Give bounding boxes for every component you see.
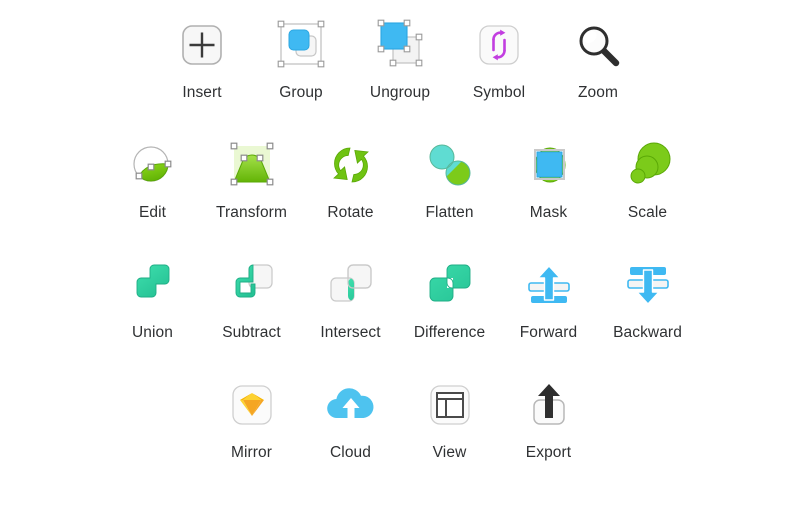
icon-label: Mirror bbox=[230, 444, 273, 461]
icon-cell-transform[interactable]: Transform bbox=[202, 132, 301, 221]
icon-cell-difference[interactable]: Difference bbox=[400, 252, 499, 341]
icon-cell-ungroup[interactable]: Ungroup bbox=[351, 12, 450, 101]
icon-label: Scale bbox=[627, 204, 668, 221]
icon-row-4: Mirror Cloud View Export bbox=[0, 372, 800, 492]
mask-square-circle-icon[interactable] bbox=[513, 132, 585, 198]
scale-circles-icon[interactable] bbox=[612, 132, 684, 198]
icon-label: Backward bbox=[613, 324, 682, 341]
icon-label: Insert bbox=[182, 84, 222, 101]
symbol-sync-arrows-icon[interactable] bbox=[463, 12, 535, 78]
icon-label: Cloud bbox=[330, 444, 371, 461]
subtract-squares-icon[interactable] bbox=[216, 252, 288, 318]
edit-vector-points-icon[interactable] bbox=[117, 132, 189, 198]
rotate-arrows-icon[interactable] bbox=[315, 132, 387, 198]
send-backward-arrow-icon[interactable] bbox=[612, 252, 684, 318]
icon-label: Subtract bbox=[222, 324, 281, 341]
icon-cell-symbol[interactable]: Symbol bbox=[450, 12, 549, 101]
icon-cell-subtract[interactable]: Subtract bbox=[202, 252, 301, 341]
icon-label: Intersect bbox=[320, 324, 381, 341]
plus-in-rounded-square-icon[interactable] bbox=[166, 12, 238, 78]
icon-label: Group bbox=[279, 84, 323, 101]
icon-label: Zoom bbox=[577, 84, 619, 101]
intersect-squares-icon[interactable] bbox=[315, 252, 387, 318]
icon-label: Export bbox=[525, 444, 572, 461]
icon-label: View bbox=[432, 444, 467, 461]
icon-cell-forward[interactable]: Forward bbox=[499, 252, 598, 341]
difference-squares-icon[interactable] bbox=[414, 252, 486, 318]
export-up-arrow-icon[interactable] bbox=[513, 372, 585, 438]
transform-shape-icon[interactable] bbox=[216, 132, 288, 198]
icon-row-2: Edit Transform Rotate Flatten Mask Scale bbox=[0, 132, 800, 252]
view-layout-icon[interactable] bbox=[414, 372, 486, 438]
icon-cell-zoom[interactable]: Zoom bbox=[549, 12, 648, 101]
icon-label: Rotate bbox=[327, 204, 374, 221]
icon-cell-mirror[interactable]: Mirror bbox=[202, 372, 301, 461]
icon-cell-insert[interactable]: Insert bbox=[153, 12, 252, 101]
icon-label: Transform bbox=[216, 204, 287, 221]
icon-cell-cloud[interactable]: Cloud bbox=[301, 372, 400, 461]
icon-label: Edit bbox=[138, 204, 167, 221]
icon-cell-union[interactable]: Union bbox=[103, 252, 202, 341]
icon-label: Flatten bbox=[425, 204, 474, 221]
icon-cell-intersect[interactable]: Intersect bbox=[301, 252, 400, 341]
magnifier-icon[interactable] bbox=[562, 12, 634, 78]
icon-cell-scale[interactable]: Scale bbox=[598, 132, 697, 221]
icon-label: Union bbox=[132, 324, 173, 341]
icon-label: Ungroup bbox=[369, 84, 431, 101]
icon-label: Forward bbox=[519, 324, 578, 341]
icon-cell-rotate[interactable]: Rotate bbox=[301, 132, 400, 221]
icon-board: Insert Group Ungroup Symbol Zoom Edit Tr… bbox=[0, 0, 800, 510]
icon-label: Symbol bbox=[472, 84, 526, 101]
flatten-shapes-icon[interactable] bbox=[414, 132, 486, 198]
icon-cell-group[interactable]: Group bbox=[252, 12, 351, 101]
icon-row-3: Union Subtract Intersect Difference Forw… bbox=[0, 252, 800, 372]
icon-label: Difference bbox=[413, 324, 486, 341]
icon-label: Mask bbox=[529, 204, 568, 221]
sketch-diamond-icon[interactable] bbox=[216, 372, 288, 438]
icon-cell-flatten[interactable]: Flatten bbox=[400, 132, 499, 221]
icon-row-1: Insert Group Ungroup Symbol Zoom bbox=[0, 12, 800, 132]
icon-cell-mask[interactable]: Mask bbox=[499, 132, 598, 221]
bring-forward-arrow-icon[interactable] bbox=[513, 252, 585, 318]
icon-cell-backward[interactable]: Backward bbox=[598, 252, 697, 341]
icon-cell-export[interactable]: Export bbox=[499, 372, 598, 461]
icon-cell-edit[interactable]: Edit bbox=[103, 132, 202, 221]
union-squares-icon[interactable] bbox=[117, 252, 189, 318]
group-selection-icon[interactable] bbox=[265, 12, 337, 78]
icon-cell-view[interactable]: View bbox=[400, 372, 499, 461]
cloud-upload-icon[interactable] bbox=[315, 372, 387, 438]
ungroup-selection-icon[interactable] bbox=[364, 12, 436, 78]
